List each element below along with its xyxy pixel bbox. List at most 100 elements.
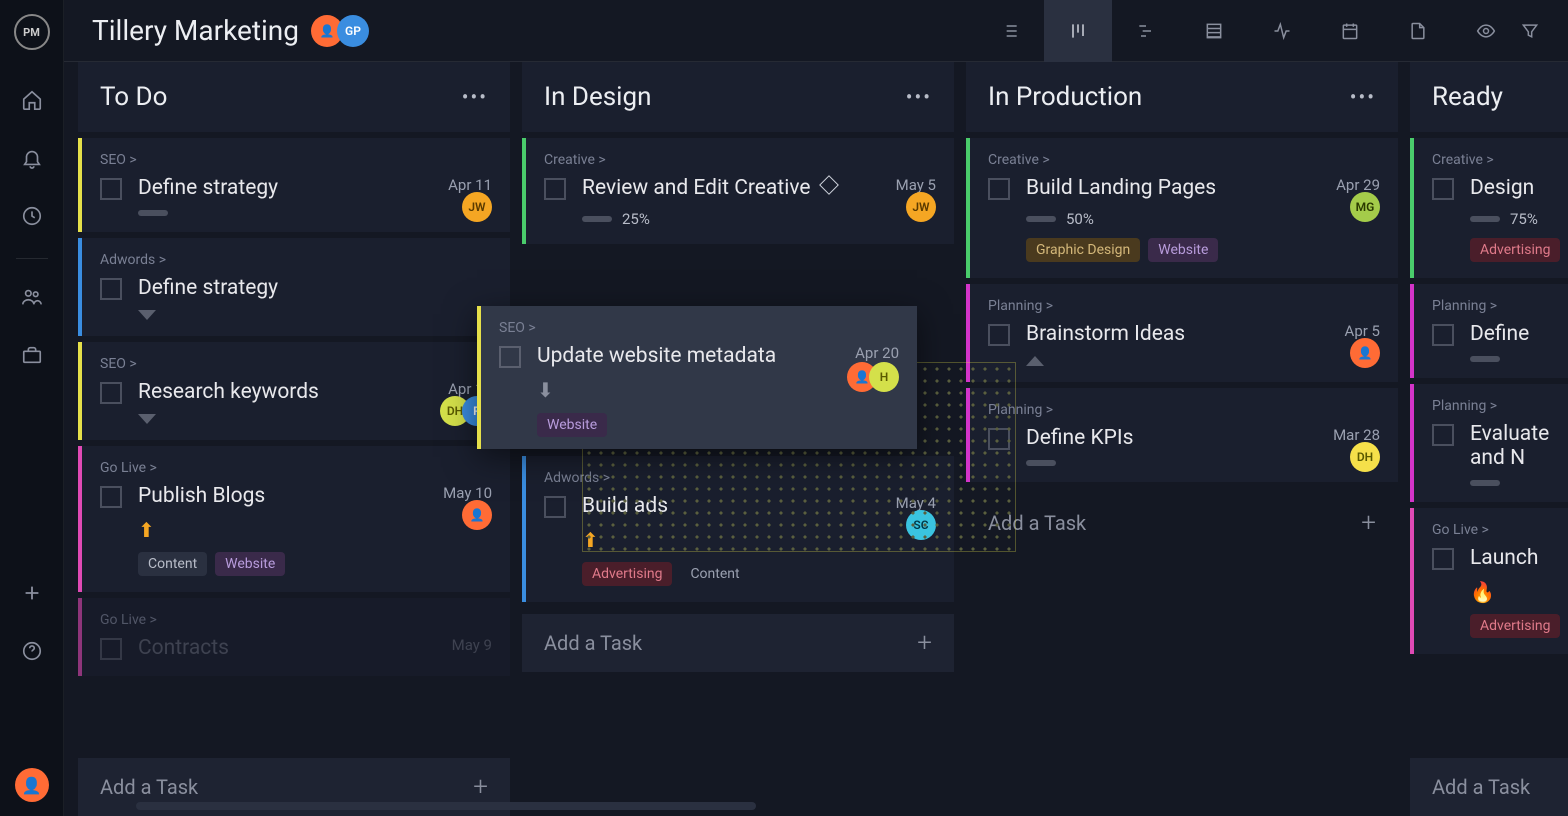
checkbox[interactable]: [988, 324, 1010, 346]
dragging-card[interactable]: SEO > Update website metadata Apr 20 ⬇ 👤…: [477, 306, 917, 449]
checkbox[interactable]: [100, 638, 122, 660]
column-menu-icon[interactable]: •••: [1350, 85, 1376, 109]
checkbox[interactable]: [1432, 178, 1454, 200]
checkbox[interactable]: [544, 496, 566, 518]
checkbox[interactable]: [100, 278, 122, 300]
card-title: Update website metadata: [537, 344, 855, 368]
column-header: To Do •••: [78, 62, 510, 132]
add-task-button[interactable]: Add a Task+: [522, 614, 954, 672]
card-tag[interactable]: Advertising: [582, 562, 672, 586]
card-tag[interactable]: Website: [1148, 238, 1218, 262]
card-category: SEO >: [100, 356, 492, 372]
rail-separator: [16, 258, 48, 259]
task-card[interactable]: Creative > Review and Edit Creative May …: [522, 138, 954, 244]
checkbox[interactable]: [1432, 548, 1454, 570]
task-card[interactable]: Go Live > Contracts May 9: [78, 598, 510, 676]
plus-icon: +: [473, 772, 488, 802]
card-tag[interactable]: Advertising: [1470, 238, 1560, 262]
sheet-view-icon[interactable]: [1180, 0, 1248, 62]
card-title: Launch: [1470, 546, 1560, 570]
add-task-label: Add a Task: [544, 631, 642, 655]
task-card[interactable]: Planning > Brainstorm Ideas Apr 5 👤: [966, 284, 1398, 382]
task-card[interactable]: Creative > Design 75% Advertising: [1410, 138, 1568, 278]
task-card[interactable]: SEO > Define strategy Apr 11 JW: [78, 138, 510, 232]
assignee-avatar[interactable]: DH: [1350, 442, 1380, 472]
assignee-avatar[interactable]: 👤: [462, 500, 492, 530]
view-switcher: [976, 0, 1452, 62]
project-members[interactable]: 👤 GP: [317, 15, 369, 47]
card-tag[interactable]: Advertising: [1470, 614, 1560, 638]
card-tag[interactable]: Content: [680, 562, 749, 586]
checkbox[interactable]: [100, 178, 122, 200]
list-view-icon[interactable]: [976, 0, 1044, 62]
checkbox[interactable]: [499, 346, 521, 368]
task-card[interactable]: SEO > Research keywords Apr 13 DH P: [78, 342, 510, 440]
people-icon[interactable]: [12, 277, 52, 317]
left-nav-rail: PM 👤: [0, 0, 64, 816]
task-card[interactable]: Go Live > Publish Blogs May 10 ⬆ 👤 Conte…: [78, 446, 510, 592]
assignee-avatar[interactable]: 👤: [1350, 338, 1380, 368]
checkbox[interactable]: [544, 178, 566, 200]
checkbox[interactable]: [100, 486, 122, 508]
priority-up-icon: ⬆: [138, 518, 155, 542]
briefcase-icon[interactable]: [12, 335, 52, 375]
card-tag[interactable]: Website: [537, 413, 607, 437]
home-icon[interactable]: [12, 80, 52, 120]
progress-bar: [1026, 216, 1056, 222]
files-view-icon[interactable]: [1384, 0, 1452, 62]
bell-icon[interactable]: [12, 138, 52, 178]
card-tag[interactable]: Website: [215, 552, 285, 576]
checkbox[interactable]: [1432, 324, 1454, 346]
board-view-icon[interactable]: [1044, 0, 1112, 62]
horizontal-scrollbar[interactable]: [136, 802, 756, 810]
card-title: Build Landing Pages: [1026, 176, 1328, 200]
card-title: Contracts: [138, 636, 444, 660]
card-category: Creative >: [544, 152, 936, 168]
task-card[interactable]: Creative > Build Landing Pages Apr 29 50…: [966, 138, 1398, 278]
card-tag[interactable]: Graphic Design: [1026, 238, 1140, 262]
progress-bar: [1470, 216, 1500, 222]
assignee-avatar[interactable]: MG: [1350, 192, 1380, 222]
eye-icon[interactable]: [1476, 0, 1496, 62]
card-title: Define KPIs: [1026, 426, 1325, 450]
checkbox[interactable]: [1432, 424, 1454, 446]
column-header: In Design •••: [522, 62, 954, 132]
checkbox[interactable]: [100, 382, 122, 404]
progress-text: 75%: [1510, 210, 1538, 228]
chevron-down-icon: [138, 414, 156, 424]
add-icon[interactable]: [12, 573, 52, 613]
task-card[interactable]: Planning > Evaluate and N: [1410, 384, 1568, 502]
column-menu-icon[interactable]: •••: [906, 85, 932, 109]
card-date: May 9: [452, 636, 492, 654]
user-avatar[interactable]: 👤: [15, 768, 49, 802]
activity-view-icon[interactable]: [1248, 0, 1316, 62]
card-title: Design: [1470, 176, 1560, 200]
column-header: In Production •••: [966, 62, 1398, 132]
calendar-view-icon[interactable]: [1316, 0, 1384, 62]
task-card[interactable]: Planning > Define: [1410, 284, 1568, 378]
task-card[interactable]: Go Live > Launch 🔥 Advertising: [1410, 508, 1568, 654]
task-card[interactable]: Adwords > Define strategy: [78, 238, 510, 336]
card-tag[interactable]: Content: [138, 552, 207, 576]
add-task-button[interactable]: Add a Task+: [966, 494, 1398, 552]
card-date: Apr 20: [855, 344, 899, 362]
card-title: Review and Edit Creative: [582, 176, 888, 200]
card-category: Planning >: [1432, 298, 1560, 314]
clock-icon[interactable]: [12, 196, 52, 236]
app-logo[interactable]: PM: [14, 14, 50, 50]
task-card[interactable]: Planning > Define KPIs Mar 28 DH: [966, 388, 1398, 482]
assignee-avatar[interactable]: JW: [906, 192, 936, 222]
column-menu-icon[interactable]: •••: [462, 85, 488, 109]
gantt-view-icon[interactable]: [1112, 0, 1180, 62]
column-title: In Design: [544, 82, 651, 112]
help-icon[interactable]: [12, 631, 52, 671]
topbar: Tillery Marketing 👤 GP: [64, 0, 1568, 62]
add-task-button[interactable]: Add a Task: [1410, 758, 1568, 816]
card-title: Research keywords: [138, 380, 440, 404]
card-category: Go Live >: [100, 612, 492, 628]
assignee-avatar[interactable]: JW: [462, 192, 492, 222]
card-category: Go Live >: [1432, 522, 1560, 538]
checkbox[interactable]: [988, 178, 1010, 200]
filter-icon[interactable]: [1520, 0, 1540, 62]
assignee-avatar[interactable]: H: [869, 362, 899, 392]
